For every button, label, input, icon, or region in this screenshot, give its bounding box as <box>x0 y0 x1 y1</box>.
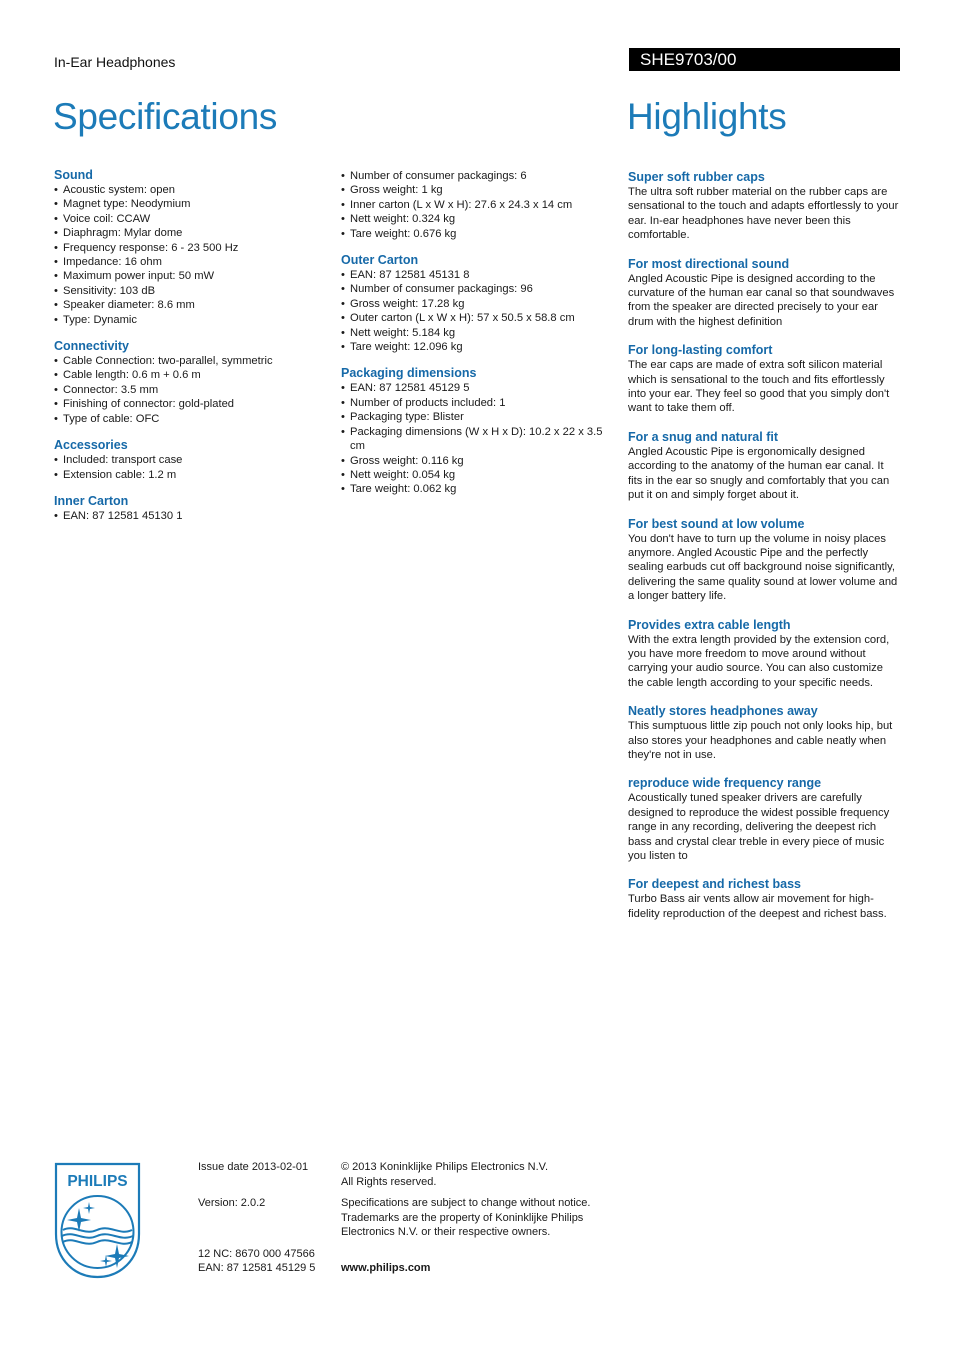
highlight-item: Neatly stores headphones away This sumptu… <box>628 703 900 762</box>
issue-date: Issue date 2013-02-01 <box>198 1161 309 1173</box>
spec-item: Cable Connection: two-parallel, symmetri… <box>54 354 324 369</box>
copyright: © 2013 Koninklijke Philips Electronics N… <box>341 1160 548 1189</box>
highlight-text: Acoustically tuned speaker drivers are c… <box>628 792 890 862</box>
highlights-column: Super soft rubber caps The ultra soft rub… <box>628 169 900 934</box>
spec-section-heading: Accessories <box>54 438 128 453</box>
highlight-heading: For best sound at low volume <box>628 516 805 531</box>
highlights-title: Highlights <box>627 96 787 137</box>
spec-item: Gross weight: 1 kg <box>341 183 611 198</box>
highlight-heading: Super soft rubber caps <box>628 170 765 184</box>
highlight-item: Super soft rubber caps The ultra soft rub… <box>628 169 900 243</box>
spec-item: Diaphragm: Mylar dome <box>54 226 324 241</box>
highlight-text: This sumptuous little zip pouch not only… <box>628 720 893 761</box>
highlight-heading: Provides extra cable length <box>628 617 791 632</box>
spec-item: Magnet type: Neodymium <box>54 197 324 212</box>
spec-item: Packaging dimensions (W x H x D): 10.2 x… <box>341 425 611 454</box>
highlight-item: reproduce wide frequency range Acoustical… <box>628 775 900 863</box>
spec-item: Tare weight: 0.676 kg <box>341 227 611 242</box>
highlight-text: The ultra soft rubber material on the ru… <box>628 186 899 242</box>
product-category: In-Ear Headphones <box>54 54 176 70</box>
highlight-heading: For long-lasting comfort <box>628 343 773 358</box>
spec-item: Gross weight: 17.28 kg <box>341 297 611 312</box>
highlight-text: Angled Acoustic Pipe is ergonomically de… <box>628 445 890 502</box>
highlight-heading: For deepest and richest bass <box>628 877 801 892</box>
spec-item: EAN: 87 12581 45130 1 <box>54 509 324 524</box>
spec-item: Nett weight: 0.054 kg <box>341 468 611 483</box>
spec-item: Speaker diameter: 8.6 mm <box>54 298 324 313</box>
logo-wordmark: PHILIPS <box>67 1173 127 1190</box>
spec-section-heading: Inner Carton <box>54 493 129 508</box>
twelve-nc-code: 12 NC: 8670 000 47566 <box>198 1248 315 1260</box>
highlight-text: The ear caps are made of extra soft sili… <box>628 359 890 415</box>
highlight-item: For best sound at low volume You don't ha… <box>628 516 900 604</box>
copyright-line: All Rights reserved. <box>341 1175 437 1188</box>
highlight-heading: For most directional sound <box>628 256 790 271</box>
footer-ean: EAN: 87 12581 45129 5 <box>198 1262 316 1274</box>
spec-list: Number of consumer packagings: 6Gross we… <box>341 169 611 241</box>
spec-item: Extension cable: 1.2 m <box>54 468 324 483</box>
highlight-item: For deepest and richest bass Turbo Bass a… <box>628 876 900 921</box>
highlight-text: You don't have to turn up the volume in … <box>628 532 898 603</box>
highlight-text: Turbo Bass air vents allow air movement … <box>628 893 887 920</box>
spec-section-heading: Outer Carton <box>341 253 419 268</box>
spec-item: Type: Dynamic <box>54 313 324 328</box>
spec-item: EAN: 87 12581 45129 5 <box>341 381 611 396</box>
highlight-item: For most directional sound Angled Acousti… <box>628 256 900 330</box>
spec-item: Impedance: 16 ohm <box>54 255 324 270</box>
highlight-heading: Neatly stores headphones away <box>628 704 818 719</box>
legal-notice-line: Trademarks are the property of Koninklij… <box>341 1211 584 1224</box>
highlight-item: For long-lasting comfort The ear caps are… <box>628 342 900 416</box>
highlight-text: Angled Acoustic Pipe is designed accordi… <box>628 272 895 328</box>
model-number-bar: SHE9703/00 <box>629 48 900 71</box>
spec-item: Voice coil: CCAW <box>54 212 324 227</box>
version: Version: 2.0.2 <box>198 1197 266 1209</box>
spec-list: EAN: 87 12581 45131 8Number of consumer … <box>341 268 611 355</box>
spec-item: Gross weight: 0.116 kg <box>341 454 611 469</box>
spec-item: Acoustic system: open <box>54 183 324 198</box>
legal-notice-line: Electronics N.V. or their respective own… <box>341 1226 551 1238</box>
specifications-title: Specifications <box>53 96 278 137</box>
website-link[interactable]: www.philips.com <box>341 1261 430 1276</box>
spec-item: Packaging type: Blister <box>341 410 611 425</box>
legal-notice: Specifications are subject to change wit… <box>341 1196 611 1240</box>
spec-item: Tare weight: 12.096 kg <box>341 340 611 355</box>
spec-item: EAN: 87 12581 45131 8 <box>341 268 611 283</box>
spec-section-heading: Connectivity <box>54 339 130 354</box>
spec-list: EAN: 87 12581 45130 1 <box>54 509 324 524</box>
spec-item: Included: transport case <box>54 453 324 468</box>
spec-item: Finishing of connector: gold-plated <box>54 397 324 412</box>
philips-shield-logo-icon: PHILIPS <box>54 1162 141 1280</box>
spec-item: Nett weight: 5.184 kg <box>341 326 611 341</box>
spec-list: Included: transport caseExtension cable:… <box>54 453 324 482</box>
highlight-heading: For a snug and natural fit <box>628 429 779 444</box>
spec-item: Cable length: 0.6 m + 0.6 m <box>54 368 324 383</box>
spec-item: Tare weight: 0.062 kg <box>341 482 611 497</box>
spec-list: Cable Connection: two-parallel, symmetri… <box>54 354 324 426</box>
spec-item: Number of consumer packagings: 96 <box>341 282 611 297</box>
spec-item: Maximum power input: 50 mW <box>54 269 324 284</box>
spec-item: Type of cable: OFC <box>54 412 324 427</box>
spec-item: Outer carton (L x W x H): 57 x 50.5 x 58… <box>341 311 611 326</box>
spec-item: Nett weight: 0.324 kg <box>341 212 611 227</box>
highlight-item: For a snug and natural fit Angled Acousti… <box>628 429 900 503</box>
legal-notice-line: Specifications are subject to change wit… <box>341 1197 591 1209</box>
copyright-line: © 2013 Koninklijke Philips Electronics N… <box>341 1161 549 1173</box>
highlight-text: With the extra length provided by the ex… <box>628 633 890 689</box>
spec-item: Number of products included: 1 <box>341 396 611 411</box>
specifications-column-2: Number of consumer packagings: 6Gross we… <box>341 169 611 508</box>
spec-item: Frequency response: 6 - 23 500 Hz <box>54 241 324 256</box>
spec-item: Sensitivity: 103 dB <box>54 284 324 299</box>
spec-list: EAN: 87 12581 45129 5Number of products … <box>341 381 611 497</box>
spec-section-heading: Sound <box>54 168 93 182</box>
specifications-column-1: SoundAcoustic system: openMagnet type: N… <box>54 167 324 534</box>
spec-section-heading: Packaging dimensions <box>341 366 477 381</box>
spec-list: Acoustic system: openMagnet type: Neodym… <box>54 183 324 327</box>
spec-item: Number of consumer packagings: 6 <box>341 169 611 184</box>
highlight-heading: reproduce wide frequency range <box>628 776 822 791</box>
highlight-item: Provides extra cable length With the extr… <box>628 617 900 691</box>
spec-item: Inner carton (L x W x H): 27.6 x 24.3 x … <box>341 198 611 213</box>
spec-item: Connector: 3.5 mm <box>54 383 324 398</box>
